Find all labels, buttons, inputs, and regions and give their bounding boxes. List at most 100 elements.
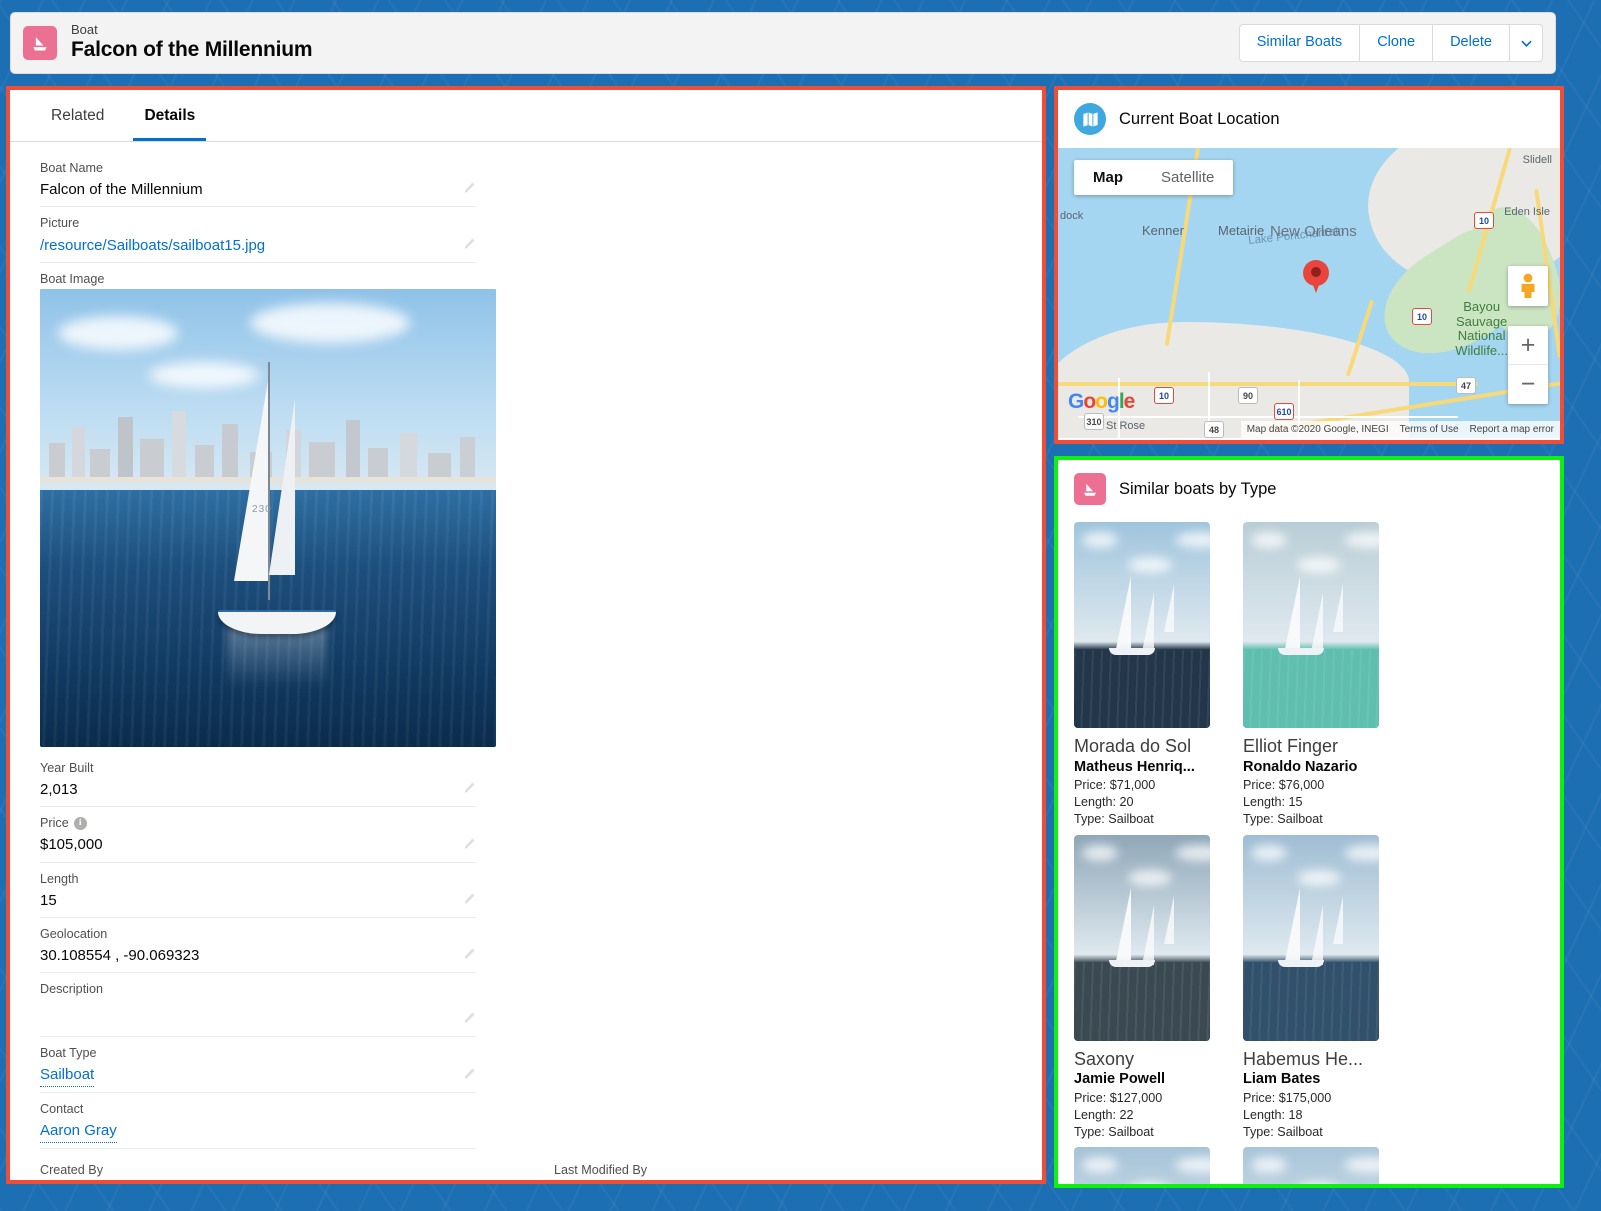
field-label: Length (40, 871, 79, 886)
sail-shape (1283, 888, 1300, 967)
hull-shape (1109, 960, 1156, 968)
field-picture: Picture /resource/Sailboats/sailboat15.j… (40, 207, 476, 263)
field-value: Falcon of the Millennium (40, 181, 203, 199)
tile-sea (1074, 649, 1210, 728)
boat-tile[interactable]: All in FamilyLiam BatesPrice: $215,000Le… (1243, 1147, 1379, 1184)
edit-pencil-icon[interactable] (463, 781, 476, 799)
field-value-link[interactable]: /resource/Sailboats/sailboat15.jpg (40, 234, 476, 257)
edit-pencil-icon[interactable] (463, 237, 476, 255)
boat-location-marker[interactable] (1303, 260, 1329, 293)
hull-shape (1278, 647, 1325, 655)
field-value-wrap: Sailboat (40, 1063, 476, 1088)
field-label: Geolocation (40, 927, 108, 942)
sail-shape (1332, 896, 1343, 945)
sail-shape (1114, 575, 1131, 654)
boat-tile-image[interactable] (1074, 522, 1210, 728)
map-shield-47: 47 (1456, 377, 1476, 394)
map-shield-i10: 10 (1474, 212, 1494, 229)
current-boat-location-panel: Current Boat Location Slidell Eden Isle … (1054, 86, 1564, 444)
boat-tile-owner: Matheus Henriq... (1074, 758, 1195, 775)
map-label-eden-isle: Eden Isle (1504, 206, 1550, 218)
map-label-bayou-sauvage: Bayou Sauvage National Wildlife... (1455, 299, 1508, 358)
boat-tile-type: Type: Sailboat (1074, 812, 1154, 827)
boat-tile-image[interactable] (1074, 1147, 1210, 1184)
tab-related[interactable]: Related (40, 90, 115, 141)
boat-tile-name: Saxony (1074, 1048, 1135, 1069)
map-canvas[interactable]: Slidell Eden Isle dock Lake Pontchartrai… (1058, 148, 1560, 438)
boat-icon (23, 26, 57, 60)
audit-section: Created By Superbadge Developer , 3/25/2… (10, 1149, 1042, 1180)
field-value-wrap: Aaron Gray (40, 1119, 476, 1144)
field-value-link[interactable]: Sailboat (40, 1063, 95, 1088)
similar-boats-inner: Similar boats by Type Morada do Sol Mathe… (1058, 460, 1560, 1184)
field-label: Description (40, 982, 103, 997)
sail-shape (1163, 896, 1174, 945)
boat-tile-price: Price: $127,000 (1074, 1090, 1163, 1105)
cloud-shape (1128, 557, 1173, 574)
report-map-error-link[interactable]: Report a map error (1470, 424, 1554, 435)
similar-boats-panel: Similar boats by Type Morada do Sol Mathe… (1054, 456, 1564, 1188)
zoom-out-button[interactable]: − (1508, 365, 1548, 404)
pegman-icon[interactable] (1508, 266, 1548, 306)
boat-tile-owner: Ronaldo Nazario (1243, 758, 1358, 775)
map-shield-i10: 10 (1154, 387, 1174, 404)
field-description: Description (40, 973, 476, 1037)
details-fields: Boat Name Falcon of the Millennium Pictu… (10, 142, 506, 1150)
boat-tile-image[interactable] (1243, 1147, 1379, 1184)
last-modified-by-block: Last Modified By Superbadge Developer , … (554, 1163, 1012, 1180)
map-panel-inner: Current Boat Location Slidell Eden Isle … (1058, 90, 1560, 440)
boat-tile-image[interactable] (1074, 834, 1210, 1041)
boat-tile[interactable]: Elliot Finger Ronaldo Nazario Price: $76,0… (1243, 522, 1379, 829)
cloud-shape (1082, 1157, 1119, 1174)
boat-tile[interactable]: Saxony Jamie Powell Price: $127,000 Length:… (1074, 834, 1210, 1142)
map-type-satellite[interactable]: Satellite (1142, 160, 1233, 195)
boat-tile[interactable]: Habemus He... Liam Bates Price: $175,000 Le… (1243, 834, 1379, 1142)
field-value: 2,013 (40, 781, 78, 799)
field-year-built: Year Built 2,013 (40, 752, 476, 808)
mainsail-shape (233, 380, 268, 581)
edit-pencil-icon[interactable] (463, 1011, 476, 1029)
edit-pencil-icon[interactable] (463, 837, 476, 855)
cloud-shape (1174, 532, 1210, 549)
field-value-link[interactable]: Aaron Gray (40, 1119, 117, 1144)
cloud-shape (1251, 844, 1288, 861)
terms-of-use-link[interactable]: Terms of Use (1400, 424, 1459, 435)
info-icon[interactable]: i (73, 816, 87, 830)
record-header: Boat Falcon of the Millennium Similar Bo… (10, 12, 1556, 74)
cloud-shape (1251, 1157, 1288, 1174)
boat-tile-image[interactable] (1243, 522, 1379, 728)
field-boat-type: Boat Type Sailboat (40, 1037, 476, 1094)
edit-pencil-icon[interactable] (463, 947, 476, 965)
cloud-shape (1082, 844, 1119, 861)
delete-button[interactable]: Delete (1432, 24, 1509, 62)
similar-boats-grid: Morada do Sol Matheus Henriq... Price: $71… (1058, 518, 1560, 1184)
audit-label: Created By (40, 1163, 103, 1178)
map-panel-header: Current Boat Location (1058, 90, 1560, 148)
map-street (1078, 416, 1458, 418)
boat-tile[interactable]: Renata The E...Aaron GrayPrice: $190,000… (1074, 1147, 1210, 1184)
sail-shape (1283, 575, 1300, 654)
map-type-map[interactable]: Map (1074, 160, 1142, 195)
edit-pencil-icon[interactable] (463, 1067, 476, 1085)
boat-tile-length: Length: 15 (1243, 795, 1303, 810)
map-shield-i610: 610 (1274, 403, 1294, 420)
map-label-dock: dock (1060, 210, 1084, 222)
cloud-shape (1343, 532, 1379, 549)
boat-tile[interactable]: Morada do Sol Matheus Henriq... Price: $71… (1074, 522, 1210, 829)
boat-tile-type: Type: Sailboat (1074, 1124, 1154, 1139)
zoom-in-button[interactable]: + (1508, 326, 1548, 365)
similar-boats-button[interactable]: Similar Boats (1238, 24, 1360, 62)
boat-tile-name: Morada do Sol (1074, 736, 1192, 756)
field-boat-name: Boat Name Falcon of the Millennium (40, 152, 476, 208)
clone-button[interactable]: Clone (1359, 24, 1433, 62)
sail-shape (1142, 904, 1154, 965)
similar-boats-title: Similar boats by Type (1119, 479, 1277, 498)
edit-pencil-icon[interactable] (463, 181, 476, 199)
tab-details[interactable]: Details (133, 90, 207, 141)
sail-shape (1163, 583, 1174, 632)
edit-pencil-icon[interactable] (463, 892, 476, 910)
more-actions-button[interactable] (1509, 24, 1543, 62)
boat-tile-image[interactable] (1243, 834, 1379, 1041)
field-value: 30.108554 , -90.069323 (40, 947, 200, 965)
jib-shape (269, 398, 296, 575)
